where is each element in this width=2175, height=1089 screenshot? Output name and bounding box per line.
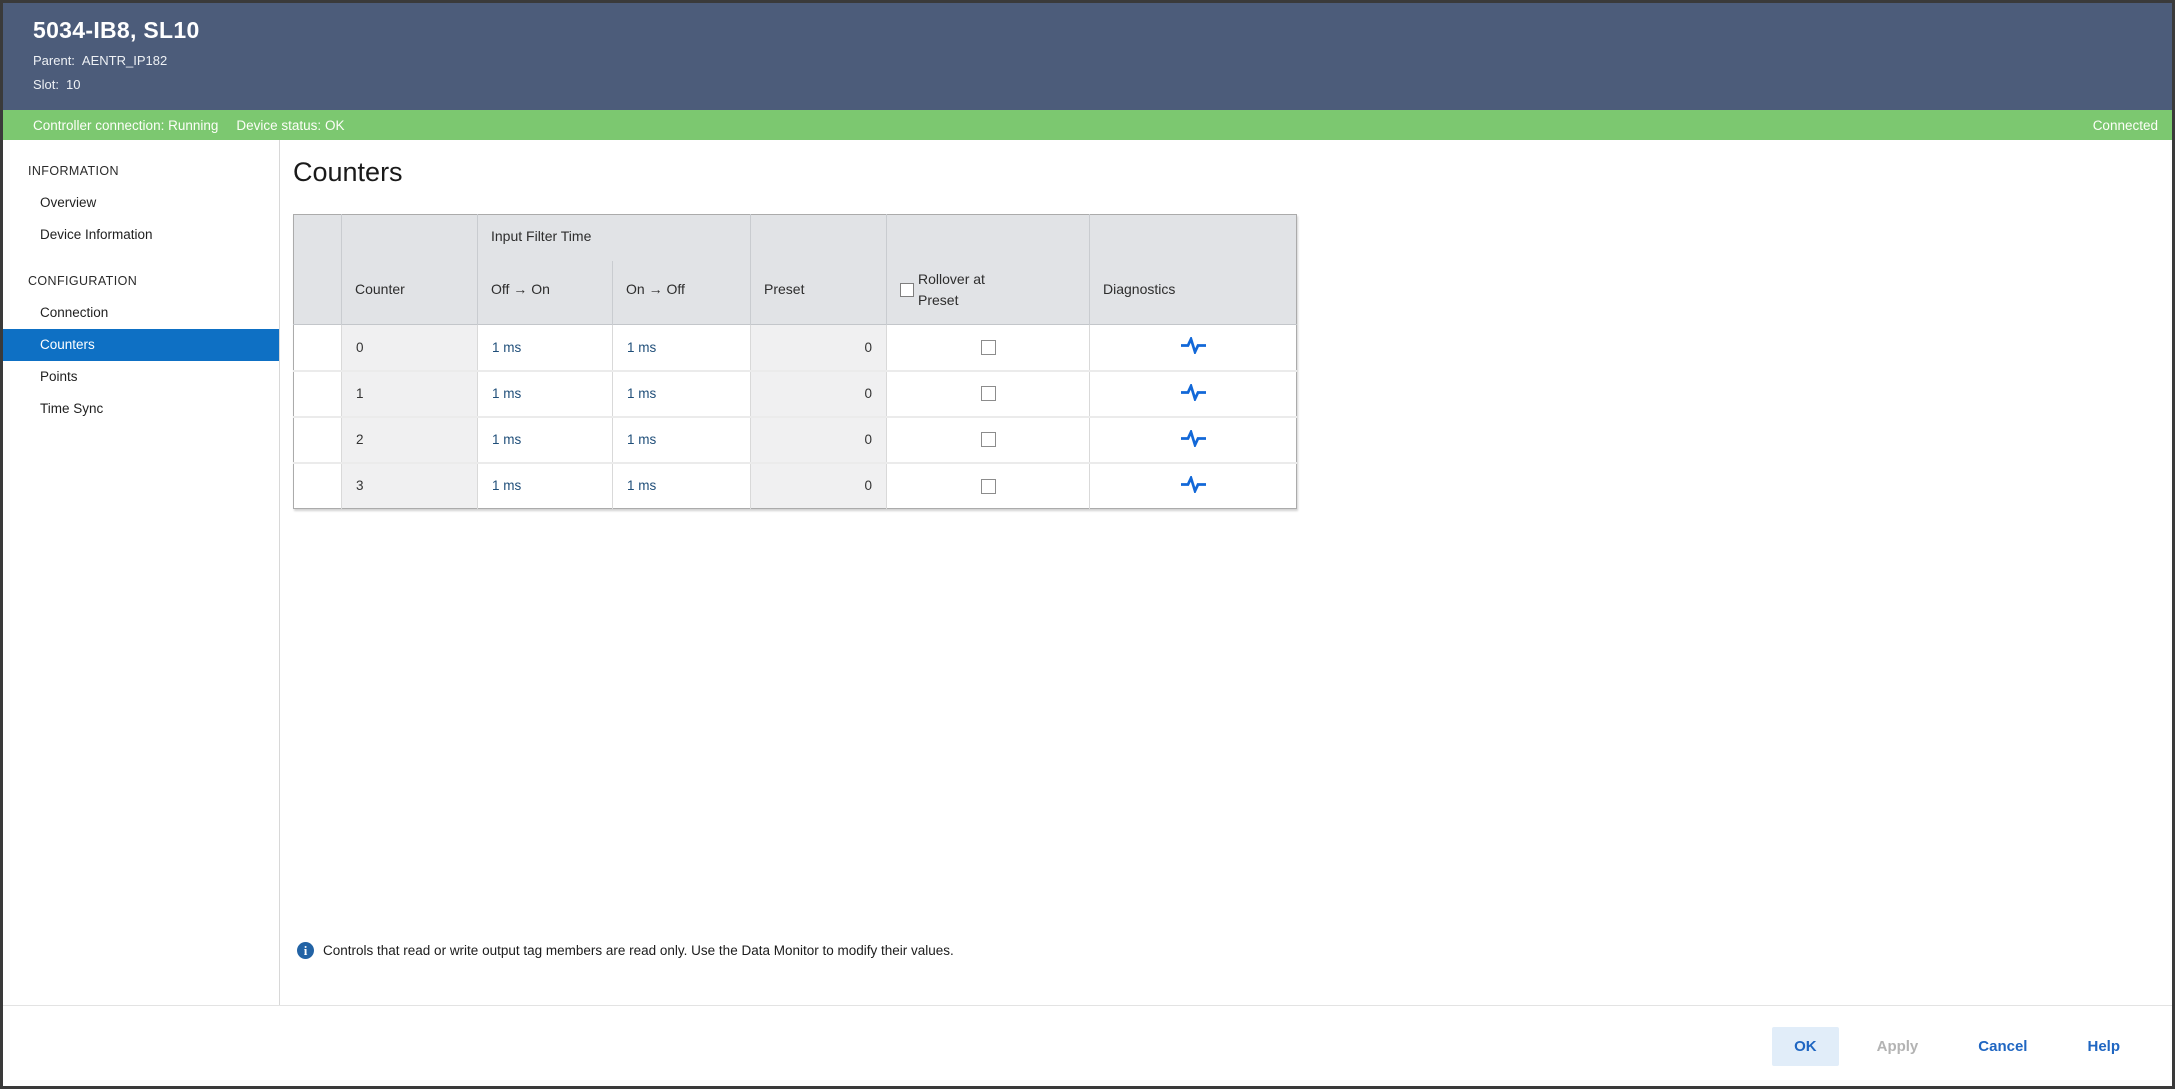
off-on-cell[interactable]: 1 ms [478,417,613,463]
slot-label: Slot: [33,77,59,92]
on-off-cell[interactable]: 1 ms [613,325,751,371]
on-off-cell[interactable]: 1 ms [613,371,751,417]
preset-cell: 0 [751,325,887,371]
sidebar-section-label: INFORMATION [3,156,279,187]
rollover-cell [887,417,1090,463]
info-icon: i [297,942,314,959]
preset-column-header: Preset [751,215,887,325]
sidebar-item-points[interactable]: Points [3,361,279,393]
diagnostics-pulse-icon[interactable] [1180,430,1207,447]
diagnostics-cell [1090,463,1297,509]
diagnostics-cell [1090,417,1297,463]
read-only-note: i Controls that read or write output tag… [297,942,954,959]
read-only-note-text: Controls that read or write output tag m… [323,943,954,958]
row-selector-cell[interactable] [294,371,342,417]
sidebar-section-label: CONFIGURATION [3,266,279,297]
help-button[interactable]: Help [2065,1027,2142,1066]
off-on-cell[interactable]: 1 ms [478,371,613,417]
rollover-cell [887,463,1090,509]
counters-table-body: 0 1 ms 1 ms 0 [294,325,1297,509]
rollover-all-checkbox[interactable] [900,283,914,297]
counter-cell: 1 [342,371,478,417]
row-selector-cell[interactable] [294,325,342,371]
counter-column-header: Counter [342,215,478,325]
off-on-cell[interactable]: 1 ms [478,463,613,509]
sidebar-item-time-sync[interactable]: Time Sync [3,393,279,425]
on-off-column-header: On → Off [613,261,751,325]
diagnostics-column-header: Diagnostics [1090,215,1297,325]
controller-connection-status: Controller connection: Running [33,118,218,133]
counter-row-3: 3 1 ms 1 ms 0 [294,463,1297,509]
sidebar-item-counters[interactable]: Counters [3,329,279,361]
counter-row-1: 1 1 ms 1 ms 0 [294,371,1297,417]
rollover-checkbox[interactable] [981,340,996,355]
diagnostics-pulse-icon[interactable] [1180,384,1207,401]
counter-cell: 0 [342,325,478,371]
preset-cell: 0 [751,417,887,463]
row-selector-cell[interactable] [294,463,342,509]
preset-cell: 0 [751,463,887,509]
rollover-checkbox[interactable] [981,432,996,447]
diagnostics-pulse-icon[interactable] [1180,476,1207,493]
input-filter-time-group-header: Input Filter Time [478,215,751,261]
diagnostics-cell [1090,371,1297,417]
slot-value: 10 [66,77,80,92]
content-pane: Counters Counter Input Filter Time Prese… [280,140,2172,1005]
off-on-cell[interactable]: 1 ms [478,325,613,371]
off-on-column-header: Off → On [478,261,613,325]
parent-value: AENTR_IP182 [82,53,167,68]
rollover-cell [887,325,1090,371]
row-selector-column-header [294,215,342,325]
sidebar-item-connection[interactable]: Connection [3,297,279,329]
on-off-cell[interactable]: 1 ms [613,463,751,509]
counter-row-0: 0 1 ms 1 ms 0 [294,325,1297,371]
diagnostics-cell [1090,325,1297,371]
page-title: 5034-IB8, SL10 [33,17,2172,44]
diagnostics-pulse-icon[interactable] [1180,337,1207,354]
parent-label: Parent: [33,53,75,68]
sidebar: INFORMATION Overview Device Information … [3,140,280,1005]
rollover-cell [887,371,1090,417]
counter-cell: 3 [342,463,478,509]
preset-cell: 0 [751,371,887,417]
on-off-cell[interactable]: 1 ms [613,417,751,463]
slot-row: Slot: 10 [33,77,2172,92]
sidebar-item-overview[interactable]: Overview [3,187,279,219]
device-status: Device status: OK [236,118,344,133]
row-selector-cell[interactable] [294,417,342,463]
rollover-column-label: Rollover at Preset [918,269,1010,311]
cancel-button[interactable]: Cancel [1956,1027,2049,1066]
sidebar-section-information: INFORMATION Overview Device Information [3,156,279,251]
title-bar: 5034-IB8, SL10 Parent: AENTR_IP182 Slot: 1… [3,3,2172,110]
sidebar-section-configuration: CONFIGURATION Connection Counters Points… [3,266,279,425]
counter-cell: 2 [342,417,478,463]
counters-table: Counter Input Filter Time Preset Rollove… [293,214,1297,509]
footer-button-bar: OK Apply Cancel Help [3,1005,2172,1086]
connection-state-badge: Connected [2093,118,2158,133]
ok-button[interactable]: OK [1772,1027,1839,1066]
status-bar: Controller connection: Running Device st… [3,110,2172,140]
apply-button: Apply [1855,1027,1941,1066]
parent-row: Parent: AENTR_IP182 [33,53,2172,68]
rollover-checkbox[interactable] [981,386,996,401]
content-title: Counters [293,157,2172,188]
rollover-column-header: Rollover at Preset [887,215,1090,325]
counter-row-2: 2 1 ms 1 ms 0 [294,417,1297,463]
rollover-checkbox[interactable] [981,479,996,494]
sidebar-item-device-information[interactable]: Device Information [3,219,279,251]
module-properties-window: 5034-IB8, SL10 Parent: AENTR_IP182 Slot: 1… [0,0,2175,1089]
